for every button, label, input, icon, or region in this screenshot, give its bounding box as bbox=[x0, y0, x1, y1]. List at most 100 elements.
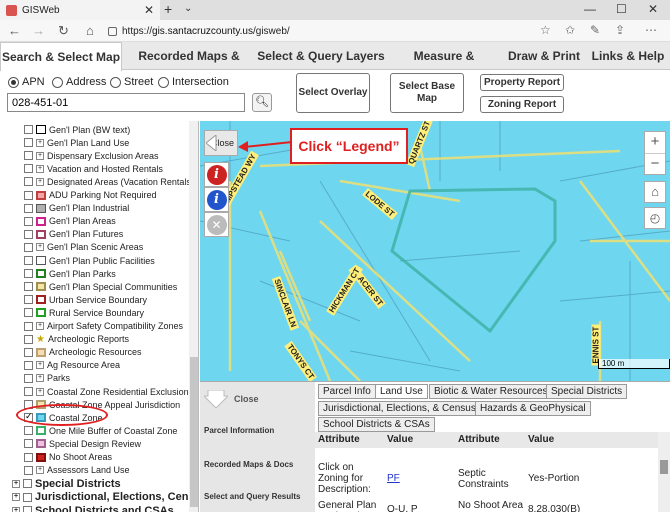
locate-icon[interactable]: ◴ bbox=[644, 207, 666, 229]
layer-group-checkbox[interactable] bbox=[23, 479, 32, 489]
layer-row[interactable]: + Dispensary Exclusion Areas bbox=[24, 149, 159, 162]
layer-row[interactable]: Gen'l Plan Futures bbox=[24, 228, 123, 241]
layer-row[interactable]: One Mile Buffer of Coastal Zone bbox=[24, 424, 177, 437]
refresh-icon[interactable]: ↻ bbox=[58, 23, 69, 39]
layer-group-row[interactable]: + School Districts and CSAs bbox=[12, 504, 174, 512]
layer-row[interactable]: Special Design Review bbox=[24, 437, 141, 450]
layer-row[interactable]: + Gen'l Plan Land Use bbox=[24, 136, 129, 149]
layer-checkbox[interactable] bbox=[24, 334, 33, 344]
tab-list-chevron-icon[interactable]: ⌄ bbox=[184, 3, 192, 14]
expand-plus-icon[interactable]: + bbox=[36, 387, 44, 396]
layer-checkbox[interactable] bbox=[24, 308, 33, 318]
layer-checkbox[interactable] bbox=[24, 373, 33, 383]
more-icon[interactable]: ⋯ bbox=[645, 23, 657, 37]
layer-checkbox[interactable] bbox=[24, 360, 33, 370]
layer-checkbox[interactable] bbox=[24, 190, 33, 200]
forward-arrow-icon[interactable]: → bbox=[32, 23, 45, 38]
share-icon[interactable]: ⇪ bbox=[615, 23, 625, 37]
favorites-icon[interactable]: ✩ bbox=[565, 23, 575, 37]
tab-draw-print[interactable]: Draw & Print bbox=[502, 42, 586, 70]
side-select-query-results[interactable]: Select and Query Results bbox=[200, 492, 315, 501]
tab-links-help[interactable]: Links & Help bbox=[588, 42, 668, 70]
layer-checkbox[interactable] bbox=[24, 138, 33, 148]
layer-group-checkbox[interactable] bbox=[23, 492, 32, 502]
layer-checkbox[interactable] bbox=[24, 426, 33, 436]
select-overlay-button[interactable]: Select Overlay bbox=[296, 73, 370, 113]
layer-checkbox[interactable] bbox=[24, 229, 33, 239]
layer-row[interactable]: + Gen'l Plan Scenic Areas bbox=[24, 241, 143, 254]
tab-school-districts[interactable]: School Districts & CSAs bbox=[318, 417, 435, 432]
layer-checkbox[interactable] bbox=[24, 439, 33, 449]
layer-row[interactable]: ADU Parking Not Required bbox=[24, 189, 157, 202]
browser-tab[interactable]: GISWeb ✕ bbox=[0, 0, 160, 20]
tab-jurisdictional[interactable]: Jurisdictional, Elections, & Census bbox=[318, 401, 481, 416]
radio-address[interactable]: Address bbox=[52, 76, 106, 88]
tab-recorded-maps-docs[interactable]: Recorded Maps & Docs bbox=[124, 42, 254, 91]
tab-close-icon[interactable]: ✕ bbox=[144, 3, 154, 17]
select-base-map-button[interactable]: Select Base Map bbox=[390, 73, 464, 113]
radio-intersection[interactable]: Intersection bbox=[158, 76, 229, 88]
layer-row[interactable]: + Parks bbox=[24, 372, 70, 385]
favorite-star-icon[interactable]: ☆ bbox=[540, 23, 551, 37]
layer-checkbox[interactable] bbox=[24, 282, 33, 292]
layer-row[interactable]: + Assessors Land Use bbox=[24, 464, 130, 477]
layer-row[interactable]: Gen'l Plan (BW text) bbox=[24, 123, 130, 136]
layer-checkbox[interactable] bbox=[24, 387, 33, 396]
tab-search-select-map[interactable]: Search & Select Map bbox=[0, 42, 122, 71]
layer-checkbox[interactable] bbox=[24, 269, 33, 279]
expand-plus-icon[interactable]: + bbox=[12, 493, 20, 502]
window-close-icon[interactable]: ✕ bbox=[648, 2, 658, 16]
layer-checkbox[interactable] bbox=[24, 295, 33, 305]
layer-row[interactable]: + Ag Resource Area bbox=[24, 359, 120, 372]
tab-special-districts[interactable]: Special Districts bbox=[546, 384, 628, 399]
expand-plus-icon[interactable]: + bbox=[36, 466, 44, 475]
expand-plus-icon[interactable]: + bbox=[36, 322, 44, 330]
layer-checkbox[interactable] bbox=[24, 177, 33, 187]
info-panel-scroll-thumb[interactable] bbox=[660, 460, 668, 474]
side-recorded-maps-docs[interactable]: Recorded Maps & Docs bbox=[200, 460, 315, 469]
layer-checkbox[interactable] bbox=[24, 242, 33, 252]
layer-row[interactable]: Gen'l Plan Areas bbox=[24, 215, 116, 228]
layer-checkbox[interactable] bbox=[24, 125, 33, 134]
expand-plus-icon[interactable]: + bbox=[36, 361, 44, 370]
layer-row[interactable]: ★ Archeologic Reports bbox=[24, 333, 129, 346]
search-button[interactable]: 🔍︎ bbox=[252, 93, 272, 112]
layer-checkbox[interactable] bbox=[24, 452, 33, 462]
layer-row[interactable]: Archeologic Resources bbox=[24, 346, 142, 359]
expand-plus-icon[interactable]: + bbox=[36, 243, 44, 252]
layer-group-row[interactable]: + Special Districts bbox=[12, 477, 121, 491]
layer-row[interactable]: Gen'l Plan Special Communities bbox=[24, 280, 177, 293]
layer-row[interactable]: + Airport Safety Compatibility Zones bbox=[24, 320, 183, 333]
layer-row[interactable]: Rural Service Boundary bbox=[24, 306, 144, 319]
pen-icon[interactable]: ✎ bbox=[590, 23, 600, 37]
layer-row[interactable]: Gen'l Plan Public Facilities bbox=[24, 254, 155, 267]
minimize-icon[interactable]: — bbox=[584, 2, 596, 16]
radio-apn[interactable]: APN bbox=[8, 76, 45, 88]
apn-search-input[interactable] bbox=[7, 93, 245, 112]
layer-row[interactable]: Gen'l Plan Parks bbox=[24, 267, 116, 280]
url-field[interactable]: https://gis.santacruzcounty.us/gisweb/ bbox=[108, 22, 528, 40]
tab-hazards[interactable]: Hazards & GeoPhysical bbox=[475, 401, 591, 416]
layer-row[interactable]: + Designated Areas (Vacation Rentals) bbox=[24, 175, 194, 188]
new-tab-icon[interactable]: + bbox=[164, 1, 172, 17]
tab-land-use[interactable]: Land Use bbox=[375, 384, 428, 399]
layer-group-row[interactable]: + Jurisdictional, Elections, Census bbox=[12, 490, 198, 504]
expand-plus-icon[interactable]: + bbox=[36, 138, 44, 147]
layer-checkbox[interactable] bbox=[24, 151, 33, 161]
layer-checkbox[interactable] bbox=[24, 164, 33, 174]
tab-parcel-info[interactable]: Parcel Info bbox=[318, 384, 376, 399]
expand-plus-icon[interactable]: + bbox=[12, 506, 20, 512]
layer-checkbox[interactable] bbox=[24, 347, 33, 357]
zoning-link[interactable]: PF bbox=[387, 473, 400, 484]
expand-plus-icon[interactable]: + bbox=[36, 177, 44, 186]
home-extent-icon[interactable]: ⌂ bbox=[644, 181, 666, 203]
layer-checkbox[interactable] bbox=[24, 256, 33, 265]
expand-plus-icon[interactable]: + bbox=[36, 164, 44, 173]
map-view[interactable]: HAMPSTEAD WY LODE ST QUARTZ ST PLACER ST… bbox=[200, 121, 670, 381]
layer-checkbox[interactable] bbox=[24, 465, 33, 475]
expand-plus-icon[interactable]: + bbox=[36, 151, 44, 160]
info-panel-close-button[interactable]: Close bbox=[202, 389, 259, 409]
tab-select-query-layers[interactable]: Select & Query Layers bbox=[256, 42, 386, 70]
side-parcel-information[interactable]: Parcel Information bbox=[200, 426, 315, 435]
layer-checkbox[interactable] bbox=[24, 203, 33, 213]
